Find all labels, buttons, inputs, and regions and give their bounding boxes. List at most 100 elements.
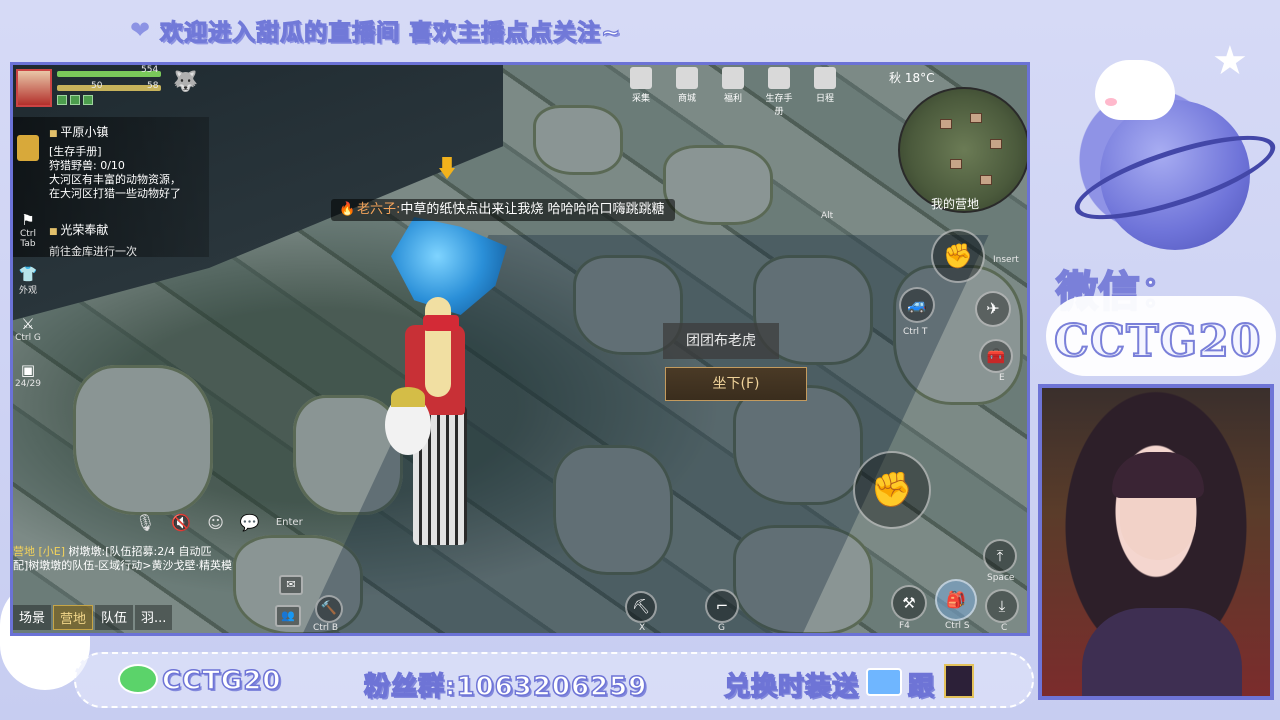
tool-button[interactable]: ⛏	[625, 591, 657, 623]
backpack-icon: 🎒	[946, 590, 966, 609]
ctrl-s-key-label: Ctrl S	[945, 621, 970, 631]
x-key-label: X	[639, 623, 646, 633]
quest-line: 狩猎野兽: 0/10	[49, 159, 125, 172]
stamina-bar	[57, 85, 161, 91]
drone-button[interactable]: ✈	[975, 291, 1011, 327]
gun-icon: ⚒	[902, 594, 916, 612]
quest-title-secondary[interactable]: 光荣奉献	[49, 221, 108, 238]
bag-icon: ▣	[20, 361, 36, 379]
map-house-icon	[950, 159, 962, 169]
streamer-body	[1082, 608, 1242, 696]
mail-icon: ✉	[286, 578, 296, 591]
chat-tab-more[interactable]: 羽...	[135, 605, 173, 630]
guide-icon	[768, 67, 790, 89]
welcome-banner-text: 欢迎进入甜瓜的直播间 喜欢主播点点关注~	[160, 19, 622, 46]
map-house-icon	[940, 119, 952, 129]
chat-bubble-icon[interactable]: 💬	[240, 513, 260, 532]
pickaxe-icon: ⛏	[632, 599, 650, 615]
stamina-value-secondary: 58	[147, 81, 159, 91]
streamer-hair	[1112, 452, 1204, 498]
follow-text: 跟	[907, 671, 936, 703]
map-house-icon	[990, 139, 1002, 149]
player-avatar[interactable]	[16, 69, 52, 107]
quest-title[interactable]: 平原小镇	[49, 125, 108, 141]
chat-line: 营地 [小E] 树墩墩:[队伍招募:2/4 自动匹	[13, 545, 263, 559]
my-camp-label[interactable]: 我的营地	[931, 195, 979, 212]
chat-tab-camp[interactable]: 营地	[53, 605, 94, 630]
menu-schedule[interactable]: 日程	[809, 67, 841, 117]
star-decoration: ★	[1212, 38, 1248, 84]
chat-tab-team[interactable]: 队伍	[95, 605, 134, 630]
welcome-banner: ❤ 欢迎进入甜瓜的直播间 喜欢主播点点关注~	[130, 8, 850, 52]
streamer-webcam	[1038, 384, 1274, 700]
quest-line-secondary: 前往金库进行一次	[49, 245, 137, 258]
chat-text: 树墩墩:[队伍招募:2/4 自动匹	[68, 545, 212, 558]
gift-box-icon	[944, 664, 974, 698]
chat-message: 中草的纸快点出来让我烧 哈哈哈哈口嗨跳跳糖	[400, 202, 665, 217]
chat-tabs: 场景 营地 队伍 羽...	[13, 605, 173, 630]
ctrl-b-key-label: Ctrl B	[313, 623, 339, 633]
space-key-label: Space	[987, 573, 1015, 583]
flag-icon: ⚑	[21, 211, 35, 229]
outfit-gift-icon	[866, 668, 902, 696]
mail-button[interactable]: ✉	[279, 575, 303, 595]
outfit-icon: 👕	[18, 265, 38, 283]
menu-survival-guide[interactable]: 生存手册	[763, 67, 795, 117]
chat-log: 营地 [小E] 树墩墩:[队伍招募:2/4 自动匹 配]树墩墩的队伍-区域行动>…	[13, 545, 263, 573]
quest-panel[interactable]: 平原小镇 [生存手册] 狩猎野兽: 0/10 大河区有丰富的动物资源， 在大河区…	[13, 117, 209, 257]
menu-shop[interactable]: 商城	[671, 67, 703, 117]
player-chat-bubble: 🔥 老六子:中草的纸快点出来让我烧 哈哈哈哈口嗨跳跳糖	[331, 199, 675, 221]
menu-welfare[interactable]: 福利	[717, 67, 749, 117]
attack-fist-button[interactable]: ✊	[931, 229, 985, 283]
menu-gather[interactable]: 采集	[625, 67, 657, 117]
fan-group-number: 粉丝群:1063206259	[363, 671, 648, 703]
weapon-slot-ctrl-s[interactable]: 🎒	[935, 579, 977, 621]
crouch-button[interactable]: ⤓	[985, 589, 1019, 623]
map-house-icon	[980, 175, 992, 185]
chat-tab-scene[interactable]: 场景	[13, 605, 52, 630]
side-outfit-button[interactable]: 👕 外观	[15, 265, 41, 296]
speaker-muted-icon[interactable]: 🔇	[171, 513, 191, 532]
quest-line: [生存手册]	[49, 145, 102, 158]
game-viewport[interactable]: 554 50 58 🐺 平原小镇 [生存手册] 狩猎野兽: 0/10 大河区有丰…	[10, 62, 1030, 636]
stamina-value: 50	[91, 81, 103, 91]
character-bow	[423, 315, 459, 331]
guild-icon: ⚔	[21, 315, 35, 333]
weapon-slot-f4[interactable]: ⚒	[891, 585, 927, 621]
wolf-icon[interactable]: 🐺	[173, 69, 198, 93]
main-attack-button[interactable]: ✊	[853, 451, 931, 529]
crouch-icon: ⤓	[998, 597, 1006, 615]
calendar-icon	[814, 67, 836, 89]
buff-icons	[57, 95, 93, 105]
mic-muted-icon[interactable]: 🎙	[135, 513, 155, 532]
drone-icon: ✈	[986, 299, 1000, 318]
jump-button[interactable]: ⤒	[983, 539, 1017, 573]
fire-icon: 🔥	[339, 202, 356, 217]
gift-icon	[722, 67, 744, 89]
g-key-label: G	[718, 623, 725, 633]
quest-book-icon[interactable]	[17, 135, 39, 161]
fist-icon: ✊	[943, 242, 973, 270]
jump-icon: ⤒	[996, 547, 1004, 565]
gun-button[interactable]: ⌐	[705, 589, 739, 623]
insert-key-label: Insert	[993, 255, 1019, 265]
gather-icon	[630, 67, 652, 89]
side-guild-button[interactable]: ⚔ Ctrl G	[15, 315, 41, 343]
toolbox-button[interactable]: 🧰	[979, 339, 1013, 373]
buff-icon	[70, 95, 80, 105]
paving-stone	[533, 105, 623, 175]
emote-icon[interactable]: ☺	[207, 513, 224, 532]
side-bag-button[interactable]: ▣ 24/29	[15, 361, 41, 389]
duck-backpack	[385, 387, 431, 455]
c-key-label: C	[1001, 623, 1008, 633]
friends-button[interactable]: 👥	[275, 605, 301, 627]
vehicle-button[interactable]: 🚙	[899, 287, 935, 323]
character-hair	[425, 297, 451, 397]
wechat-id: CCTG20	[1053, 315, 1262, 368]
chat-line: 配]树墩墩的队伍-区域行动>黄沙戈壁·精英模	[13, 559, 232, 572]
enter-key-label: Enter	[275, 517, 303, 528]
sit-down-button[interactable]: 坐下(F)	[665, 367, 807, 401]
chat-sender: [小E]	[38, 545, 66, 558]
build-button[interactable]: 🔨	[315, 595, 343, 623]
side-flag-button[interactable]: ⚑ Ctrl Tab	[15, 211, 41, 249]
